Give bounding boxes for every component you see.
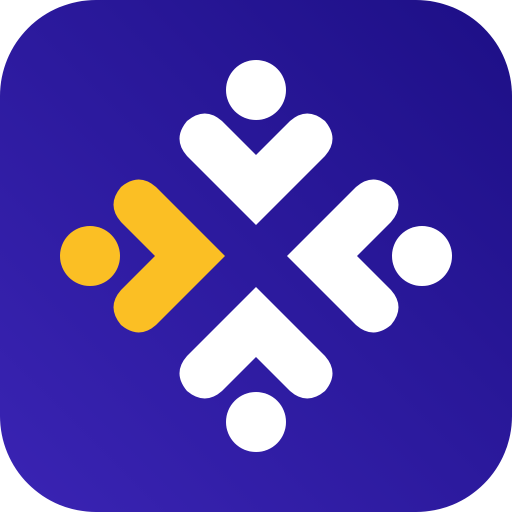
figure-head xyxy=(60,226,120,286)
app-icon-svg xyxy=(0,0,512,512)
figure-head xyxy=(226,392,286,452)
figure-head xyxy=(392,226,452,286)
figure-head xyxy=(226,60,286,120)
app-icon[interactable] xyxy=(0,0,512,512)
